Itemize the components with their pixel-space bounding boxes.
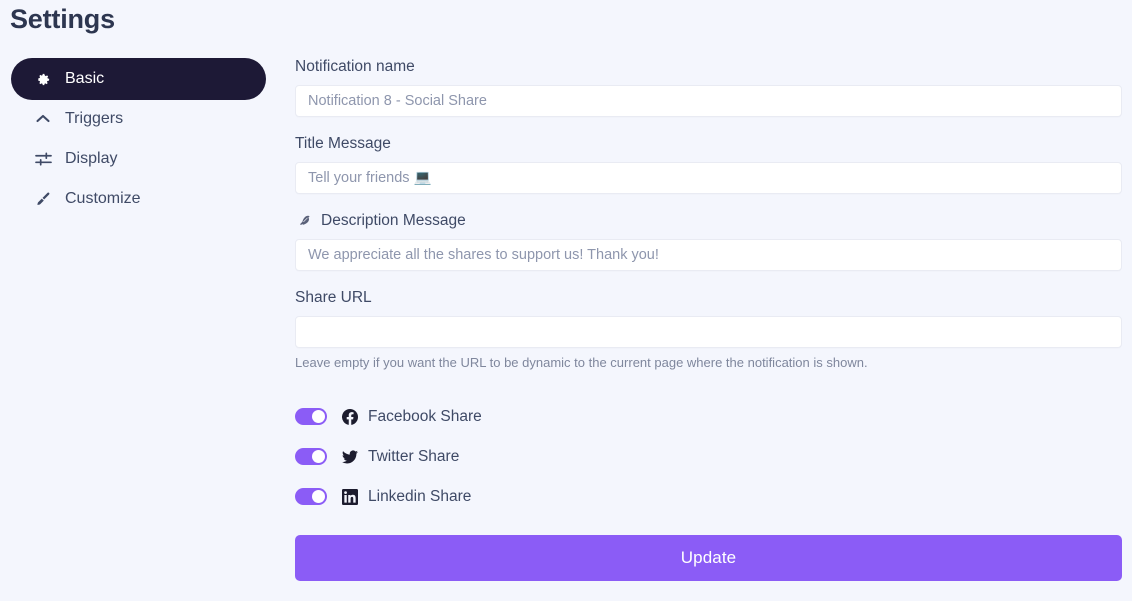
sidebar-item-basic[interactable]: Basic bbox=[11, 58, 266, 100]
share-url-field: Share URL Leave empty if you want the UR… bbox=[295, 289, 1122, 372]
twitter-share-row: Twitter Share bbox=[295, 437, 1122, 477]
settings-form: Notification name Title Message Descript… bbox=[295, 58, 1122, 581]
linkedin-icon bbox=[341, 488, 359, 506]
gear-icon bbox=[33, 69, 53, 89]
share-url-label: Share URL bbox=[295, 289, 372, 306]
sidebar-item-display[interactable]: Display bbox=[11, 138, 266, 180]
sidebar-item-label: Customize bbox=[65, 190, 141, 207]
share-url-input[interactable] bbox=[295, 316, 1122, 348]
twitter-share-label: Twitter Share bbox=[368, 447, 460, 465]
facebook-share-toggle[interactable] bbox=[295, 408, 327, 426]
page-title: Settings bbox=[10, 4, 115, 34]
title-message-field: Title Message bbox=[295, 135, 1122, 194]
description-message-input[interactable] bbox=[295, 239, 1122, 271]
sidebar-item-customize[interactable]: Customize bbox=[11, 178, 266, 220]
notification-name-label: Notification name bbox=[295, 58, 415, 75]
update-button[interactable]: Update bbox=[295, 534, 1122, 581]
description-message-label-text: Description Message bbox=[321, 212, 466, 229]
settings-page: Settings Basic Triggers Display Customiz… bbox=[0, 0, 1132, 601]
facebook-share-label: Facebook Share bbox=[368, 407, 482, 425]
linkedin-share-row: Linkedin Share bbox=[295, 477, 1122, 517]
twitter-share-toggle[interactable] bbox=[295, 448, 327, 466]
toggle-knob bbox=[312, 450, 325, 464]
title-message-input[interactable] bbox=[295, 162, 1122, 194]
toggle-knob bbox=[312, 410, 325, 424]
facebook-share-row: Facebook Share bbox=[295, 397, 1122, 437]
chevron-up-icon bbox=[33, 109, 53, 129]
twitter-icon bbox=[341, 448, 359, 466]
linkedin-share-label: Linkedin Share bbox=[368, 487, 472, 505]
notification-name-input[interactable] bbox=[295, 85, 1122, 117]
sidebar-item-label: Triggers bbox=[65, 110, 124, 127]
sidebar-item-triggers[interactable]: Triggers bbox=[11, 98, 266, 140]
share-url-help-text: Leave empty if you want the URL to be dy… bbox=[295, 355, 868, 370]
sliders-icon bbox=[33, 149, 53, 169]
sidebar-item-label: Basic bbox=[65, 70, 105, 87]
feather-icon bbox=[295, 212, 313, 230]
title-message-label: Title Message bbox=[295, 135, 391, 152]
description-message-label: Description Message bbox=[295, 212, 1122, 230]
facebook-icon bbox=[341, 408, 359, 426]
paintbrush-icon bbox=[33, 189, 53, 209]
notification-name-field: Notification name bbox=[295, 58, 1122, 117]
share-toggle-list: Facebook Share Twitter Share Linkedin Sh… bbox=[295, 397, 1122, 517]
settings-sidebar: Basic Triggers Display Customize bbox=[11, 58, 266, 220]
linkedin-share-toggle[interactable] bbox=[295, 488, 327, 506]
description-message-field: Description Message bbox=[295, 212, 1122, 271]
toggle-knob bbox=[312, 490, 325, 504]
sidebar-item-label: Display bbox=[65, 150, 118, 167]
